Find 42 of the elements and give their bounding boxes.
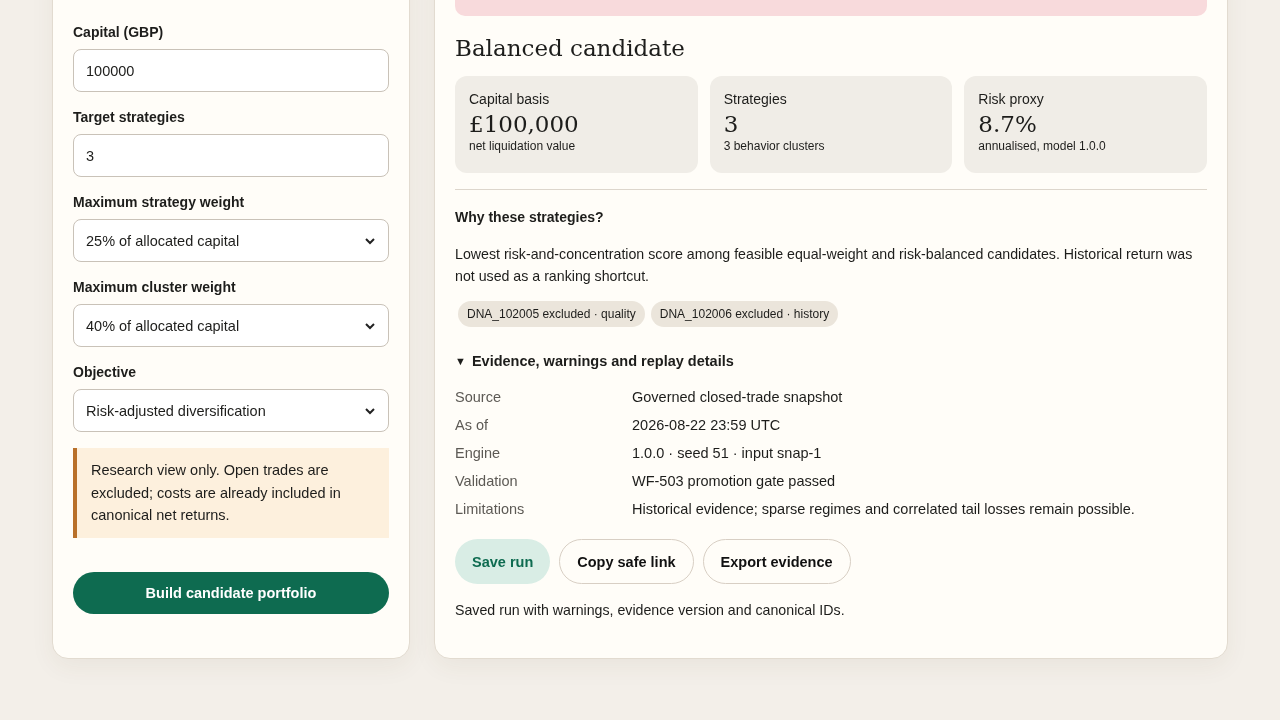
select-field[interactable]: Risk-adjusted diversification bbox=[73, 389, 389, 433]
detail-value: 1.0.0 · seed 51 · input snap-1 bbox=[632, 444, 823, 463]
exclusion-tag: DNA_102005 excluded · quality bbox=[458, 301, 645, 327]
stat-note: 3 behavior clusters bbox=[723, 138, 826, 154]
field-label: Maximum strategy weight bbox=[73, 193, 246, 212]
detail-value: 2026-08-22 23:59 UTC bbox=[632, 416, 782, 435]
stat-value: £100,000 bbox=[469, 110, 580, 138]
field-label: Target strategies bbox=[73, 108, 186, 127]
field-label: Maximum cluster weight bbox=[73, 278, 237, 297]
disclosure-toggle[interactable]: ▼ bbox=[455, 351, 466, 371]
detail-label: As of bbox=[455, 416, 490, 435]
select-field[interactable]: 40% of allocated capital bbox=[73, 304, 389, 348]
stat-note: net liquidation value bbox=[469, 138, 577, 154]
info-notice: Research view only. Open trades are excluded; costs are already included in canonical net returns. bbox=[73, 448, 389, 538]
stat-value: 8.7% bbox=[978, 110, 1038, 138]
stat-value: 3 bbox=[723, 110, 740, 138]
input-field[interactable]: 100000 bbox=[73, 49, 389, 93]
action-button[interactable]: Copy safe link bbox=[559, 539, 694, 584]
detail-label: Source bbox=[455, 388, 502, 407]
input-field[interactable]: 3 bbox=[73, 134, 389, 178]
detail-value: Historical evidence; sparse regimes and correlated tail losses remain possible. bbox=[632, 500, 1136, 519]
detail-label: Limitations bbox=[455, 500, 526, 519]
section-title: Balanced candidate bbox=[455, 34, 686, 62]
action-button[interactable]: Export evidence bbox=[702, 539, 851, 584]
detail-value: WF-503 promotion gate passed bbox=[632, 472, 837, 491]
status-message: Saved run with warnings, evidence version and canonical IDs. bbox=[455, 601, 846, 620]
detail-value: Governed closed-trade snapshot bbox=[632, 388, 844, 407]
field-label: Capital (GBP) bbox=[73, 23, 165, 41]
field-label: Objective bbox=[73, 363, 138, 382]
exclusion-tag: DNA_102006 excluded · history bbox=[650, 301, 839, 327]
stat-label: Capital basis bbox=[469, 90, 551, 108]
details-summary[interactable]: Evidence, warnings and replay details bbox=[471, 351, 734, 371]
detail-label: Engine bbox=[455, 444, 502, 463]
section-heading: Why these strategies? bbox=[455, 208, 605, 227]
action-button[interactable]: Save run bbox=[455, 539, 551, 584]
explanation-text: Lowest risk-and-concentration score among feasible equal-weight and risk-balanced candidates. Historical return was not used as a ranking shortcut. bbox=[455, 245, 1194, 286]
build-button[interactable]: Build candidate portfolio bbox=[73, 571, 389, 614]
select-field[interactable]: 25% of allocated capital bbox=[73, 219, 389, 263]
stat-note: annualised, model 1.0.0 bbox=[978, 138, 1107, 154]
stat-label: Risk proxy bbox=[978, 90, 1045, 108]
stat-label: Strategies bbox=[723, 90, 788, 108]
detail-label: Validation bbox=[455, 472, 519, 491]
